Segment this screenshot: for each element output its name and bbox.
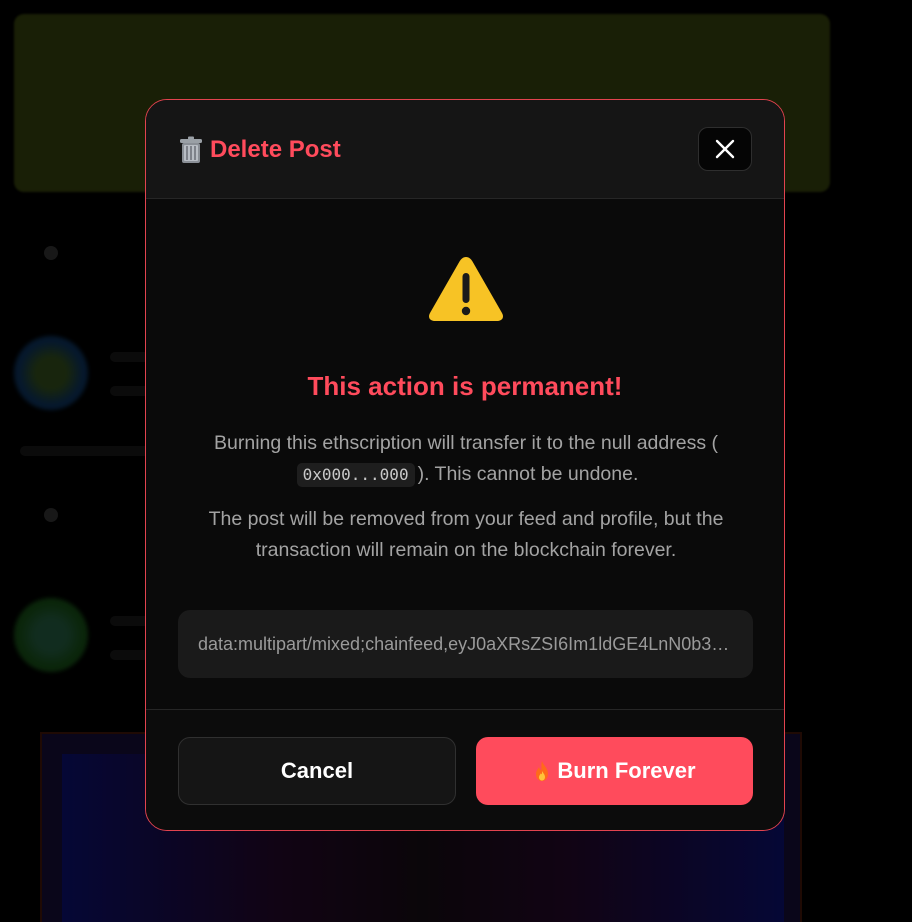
cancel-button-label: Cancel bbox=[280, 758, 354, 783]
burn-explanation-tail: ). This cannot be undone. bbox=[417, 463, 639, 485]
cancel-button[interactable]: Cancel bbox=[178, 737, 456, 805]
dialog-footer: Cancel Burn Forever bbox=[146, 709, 784, 830]
fire-icon bbox=[536, 761, 549, 781]
warning-triangle-icon bbox=[429, 257, 503, 321]
null-address-code: 0x000...000 bbox=[296, 463, 415, 487]
burn-forever-button[interactable]: Burn Forever bbox=[476, 737, 753, 805]
burn-explanation-text: Burning this ethscription will transfer … bbox=[214, 432, 718, 454]
removal-explanation: The post will be removed from your feed … bbox=[208, 508, 724, 561]
close-button[interactable] bbox=[698, 127, 752, 171]
permanent-warning-headline: This action is permanent! bbox=[307, 371, 623, 401]
burn-explanation: Burning this ethscription will transfer … bbox=[176, 428, 756, 490]
dialog-title-text: Delete Post bbox=[210, 136, 341, 163]
burn-forever-label: Burn Forever bbox=[557, 758, 696, 783]
dialog-header: Delete Post bbox=[146, 100, 784, 199]
ethscription-data-preview: data:multipart/mixed;chainfeed,eyJ0aXRsZ… bbox=[178, 610, 753, 678]
close-icon bbox=[715, 139, 735, 159]
delete-post-dialog: Delete Post This action is permanent! Bu… bbox=[145, 99, 785, 831]
dialog-title: Delete Post bbox=[178, 136, 341, 164]
trash-can-icon bbox=[178, 136, 204, 164]
dialog-body: This action is permanent! Burning this e… bbox=[146, 199, 784, 709]
